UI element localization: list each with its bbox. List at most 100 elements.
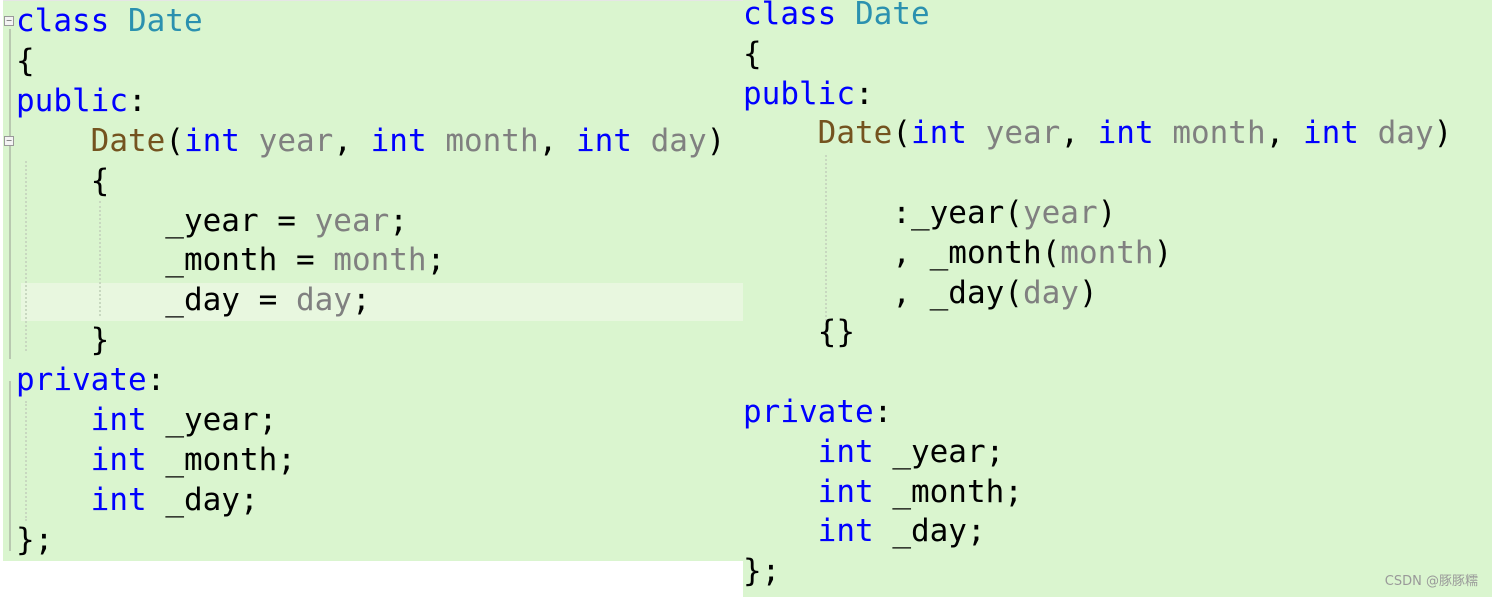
code-line: _year = year; (16, 201, 408, 241)
code-line: , _day(day) (743, 273, 1097, 313)
code-line: class Date (743, 0, 930, 34)
code-line: int _day; (16, 480, 259, 520)
code-text: ( (892, 115, 911, 152)
type-name: Date (854, 0, 930, 32)
code-text: : (127, 82, 147, 119)
code-text: ( (165, 122, 184, 159)
parameter: year (1022, 195, 1098, 231)
code-text: , _day( (743, 274, 1023, 311)
keyword: int (817, 433, 874, 470)
code-line: int _month; (743, 472, 1023, 512)
keyword: public (16, 82, 128, 119)
parameter: month (1060, 234, 1154, 271)
code-line: int _year; (743, 432, 1005, 472)
code-line: } (16, 320, 110, 360)
code-line: public: (16, 81, 147, 121)
parameter: month (333, 242, 427, 279)
keyword: int (1097, 115, 1154, 152)
keyword: int (90, 402, 147, 438)
code-line: _month = month; (16, 240, 445, 280)
parameter: month (445, 122, 539, 159)
code-line: private: (16, 360, 165, 400)
code-text: :_year( (743, 195, 1023, 231)
keyword: int (370, 122, 427, 159)
code-text: ) (1433, 115, 1453, 152)
keyword: class (16, 3, 128, 39)
code-line: }; (16, 520, 53, 560)
code-line: int _month; (16, 440, 296, 480)
code-text: , (1060, 115, 1098, 152)
code-text: } (16, 322, 110, 359)
code-text: ) (1153, 234, 1173, 271)
keyword: private (16, 362, 147, 399)
parameter: day (1377, 115, 1434, 152)
code-panel-left[interactable]: − − class Date{public: Date(int year, in… (3, 0, 743, 561)
code-text: ; (351, 282, 371, 319)
code-text: { (743, 35, 762, 72)
code-line: {} (743, 312, 855, 352)
watermark: CSDN @豚豚糯 (1384, 574, 1478, 589)
code-text: , _month( (743, 234, 1061, 271)
code-text: _month; (873, 473, 1023, 510)
code-line: }; (743, 551, 780, 591)
code-line: :_year(year) (743, 193, 1116, 233)
function-name: Date (817, 115, 893, 152)
code-text: { (16, 162, 110, 199)
keyword: int (575, 122, 632, 159)
code-text: { (16, 42, 35, 79)
code-text: : (854, 75, 874, 112)
code-text: _year = (16, 202, 315, 239)
code-line: int _year; (16, 400, 278, 440)
keyword: private (743, 394, 874, 430)
code-text: _day; (873, 513, 986, 550)
code-text: _month; (146, 441, 296, 478)
code-text: {} (743, 314, 855, 351)
code-text: ; (389, 202, 408, 239)
code-text: _day = (16, 282, 296, 319)
code-text: ; (426, 242, 446, 279)
code-panel-right[interactable]: class Date{public: Date(int year, int mo… (743, 0, 1492, 597)
code-text: ) (1097, 195, 1117, 231)
code-text: }; (16, 521, 54, 558)
code-line: , _month(month) (743, 233, 1172, 273)
code-line: _day = day; (16, 280, 371, 320)
collapse-icon[interactable]: − (4, 16, 14, 26)
fold-bar (9, 381, 11, 551)
collapse-icon[interactable]: − (4, 136, 14, 146)
code-text: ) (706, 122, 726, 159)
parameter: year (985, 115, 1061, 152)
code-text: _year; (873, 433, 1005, 470)
keyword: int (183, 122, 240, 159)
type-name: Date (127, 3, 203, 39)
code-line: { (743, 34, 762, 74)
code-line: Date(int year, int month, int day) (16, 121, 726, 161)
code-line: { (16, 161, 110, 201)
code-line: private: (743, 392, 892, 432)
parameter: day (1022, 274, 1079, 311)
code-line: { (16, 41, 35, 81)
parameter: year (258, 122, 334, 159)
keyword: int (817, 513, 874, 550)
code-text: }; (743, 553, 781, 590)
code-line: class Date (16, 1, 203, 41)
parameter: month (1172, 115, 1266, 152)
keyword: int (910, 115, 967, 152)
keyword: int (90, 481, 147, 518)
function-name: Date (90, 122, 166, 159)
parameter: day (295, 282, 352, 319)
keyword: class (743, 0, 855, 32)
code-text: : (873, 394, 893, 430)
keyword: int (1302, 115, 1359, 152)
keyword: public (743, 75, 855, 112)
